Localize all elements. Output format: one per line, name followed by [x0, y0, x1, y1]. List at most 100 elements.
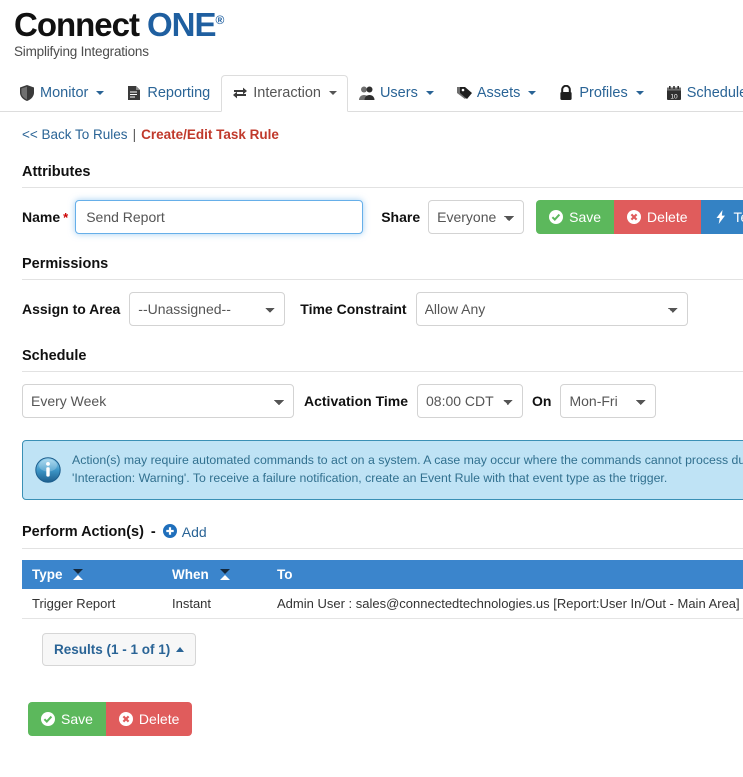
save-button[interactable]: Save [536, 200, 615, 234]
logo-one-text: ONE [147, 6, 217, 43]
bottom-save-label: Save [61, 710, 93, 727]
column-header-type[interactable]: Type [22, 559, 162, 589]
column-header-to[interactable]: To [267, 559, 743, 589]
breadcrumb: << Back To Rules | Create/Edit Task Rule [22, 127, 743, 142]
attributes-row: Name * Share Everyone Save Delete [22, 200, 743, 234]
section-title-permissions: Permissions [22, 256, 109, 272]
shield-icon [19, 85, 35, 101]
section-divider [22, 187, 743, 188]
chevron-down-icon [528, 91, 537, 95]
results-label: Results (1 - 1 of 1) [54, 641, 171, 657]
chevron-down-icon [328, 91, 337, 95]
save-button-label: Save [569, 209, 602, 225]
users-icon [358, 85, 375, 101]
name-label: Name [22, 209, 61, 225]
name-input[interactable] [75, 200, 364, 234]
schedule-row: Every Week Activation Time 08:00 CDT On … [22, 384, 743, 418]
bottom-save-button[interactable]: Save [28, 701, 106, 736]
main-content: << Back To Rules | Create/Edit Task Rule A… [0, 127, 743, 736]
section-title-schedule: Schedule [22, 348, 87, 364]
page-root: Connect ONE® Simplifying Integrations Mon… [0, 0, 743, 736]
permissions-row: Assign to Area --Unassigned-- Time Const… [22, 292, 743, 326]
nav-item-label: Monitor [40, 84, 89, 101]
breadcrumb-separator: | [132, 127, 137, 142]
cell-to: Admin User : sales@connectedtechnologies… [267, 588, 743, 619]
perform-actions-dash: - [150, 524, 156, 541]
svg-text:10: 10 [670, 93, 678, 100]
schedule-frequency-select[interactable]: Every Week [22, 384, 294, 418]
bottom-button-group: Save Delete [28, 701, 743, 736]
on-days-select[interactable]: Mon-Fri [560, 384, 657, 418]
section-title-attributes: Attributes [22, 164, 91, 180]
chevron-down-icon [425, 91, 434, 95]
chevron-down-icon [96, 91, 105, 95]
share-select[interactable]: Everyone [428, 200, 525, 234]
plus-circle-icon [162, 523, 177, 541]
delete-button[interactable]: Delete [614, 200, 701, 234]
sort-icon [219, 568, 230, 581]
registered-mark-icon: ® [215, 13, 225, 27]
check-circle-icon [549, 210, 564, 224]
time-constraint-select[interactable]: Allow Any [415, 292, 688, 326]
activation-time-label: Activation Time [304, 393, 408, 409]
brand-logo: Connect ONE® Simplifying Integrations [0, 0, 743, 59]
report-icon [126, 85, 142, 101]
nav-item-profiles[interactable]: Profiles [547, 75, 654, 112]
required-marker: * [63, 209, 69, 225]
nav-item-monitor[interactable]: Monitor [8, 75, 115, 112]
info-alert: Action(s) may require automated commands… [22, 440, 743, 500]
x-circle-icon [627, 210, 642, 224]
test-button-label: Test [733, 209, 743, 225]
info-alert-text: Action(s) may require automated commands… [72, 453, 743, 485]
column-header-when[interactable]: When [162, 559, 267, 589]
x-circle-icon [118, 711, 133, 726]
perform-actions-header: Perform Action(s) - Add [22, 523, 743, 541]
nav-item-schedules[interactable]: 10 Schedules [655, 75, 743, 112]
nav-item-label: Users [379, 84, 418, 101]
on-label: On [532, 393, 552, 409]
nav-item-assets[interactable]: Assets [445, 75, 548, 112]
results-pagination-button[interactable]: Results (1 - 1 of 1) [42, 632, 197, 666]
add-action-button[interactable]: Add [162, 523, 207, 541]
lightning-bolt-icon [714, 210, 728, 224]
chevron-up-icon [176, 646, 185, 652]
sort-icon [73, 568, 84, 581]
nav-item-users[interactable]: Users [348, 75, 445, 112]
info-icon [35, 457, 61, 483]
back-to-rules-link[interactable]: << Back To Rules [22, 127, 128, 142]
test-button[interactable]: Test [700, 200, 743, 234]
nav-item-label: Schedules [686, 84, 743, 101]
activation-time-select[interactable]: 08:00 CDT [417, 384, 523, 418]
nav-item-label: Interaction [253, 84, 321, 101]
bottom-delete-button[interactable]: Delete [105, 701, 193, 736]
bottom-delete-label: Delete [138, 710, 180, 727]
table-header-row: Type When To [22, 559, 743, 589]
column-header-when-label: When [172, 566, 209, 582]
chevron-down-icon [635, 91, 644, 95]
share-label: Share [381, 209, 421, 225]
nav-item-interaction[interactable]: Interaction [221, 75, 348, 112]
actions-table-head: Type When To [22, 559, 743, 589]
main-navigation: Monitor Reporting Interaction Users Asse… [0, 70, 743, 112]
section-divider [22, 371, 743, 372]
cell-type: Trigger Report [22, 588, 162, 619]
logo-connect-text: Connect [14, 6, 140, 43]
logo-wordmark: Connect ONE® [14, 8, 743, 41]
actions-table: Type When To Trigger Report Instant Admi… [22, 559, 743, 619]
check-circle-icon [41, 711, 55, 726]
breadcrumb-current: Create/Edit Task Rule [141, 127, 279, 142]
nav-item-reporting[interactable]: Reporting [115, 75, 221, 112]
bottom-buttons: Save Delete [28, 701, 193, 736]
attributes-button-group: Save Delete Test [536, 200, 743, 234]
actions-table-body: Trigger Report Instant Admin User : sale… [22, 588, 743, 619]
add-action-label: Add [181, 524, 207, 541]
column-header-to-label: To [277, 566, 293, 582]
section-divider [22, 547, 743, 549]
assign-to-area-select[interactable]: --Unassigned-- [129, 292, 286, 326]
perform-actions-title: Perform Action(s) [22, 524, 144, 541]
nav-item-label: Profiles [579, 84, 628, 101]
delete-button-label: Delete [647, 209, 688, 225]
exchange-icon [232, 85, 248, 101]
table-row[interactable]: Trigger Report Instant Admin User : sale… [22, 588, 743, 619]
assign-to-area-label: Assign to Area [22, 301, 121, 317]
